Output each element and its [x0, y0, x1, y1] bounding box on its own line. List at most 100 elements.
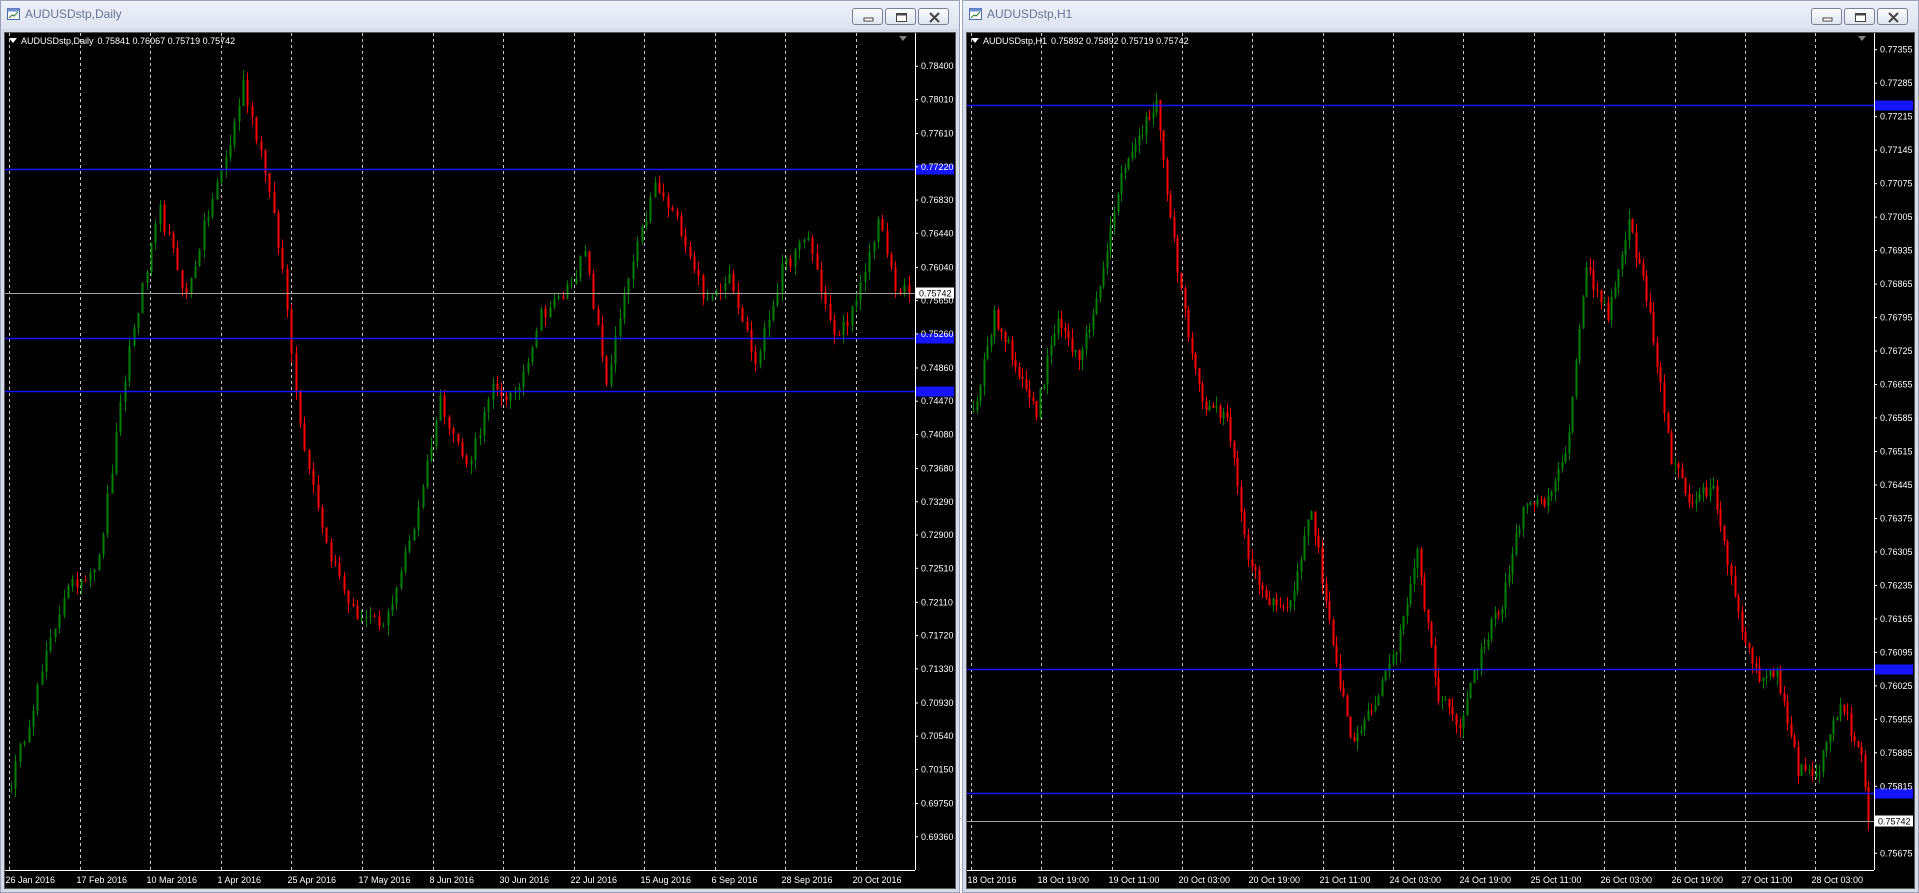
- candle-body: [737, 291, 740, 308]
- dropdown-triangle-icon[interactable]: [971, 38, 979, 43]
- candle-body: [260, 141, 263, 151]
- candle-body: [1508, 574, 1511, 583]
- candle-body: [505, 395, 508, 401]
- candle-body: [168, 232, 171, 234]
- candle-body: [281, 247, 284, 269]
- candle-body: [1240, 486, 1243, 513]
- candle-body: [873, 241, 876, 252]
- candle-body: [211, 199, 214, 217]
- candle-body: [623, 293, 626, 319]
- candle-body: [1575, 360, 1578, 397]
- candle-body: [667, 196, 670, 208]
- candle-body: [1011, 340, 1014, 360]
- candle-body: [1674, 463, 1677, 465]
- maximize-button[interactable]: [885, 8, 916, 25]
- minimize-button[interactable]: [1811, 8, 1842, 25]
- candle-body: [479, 435, 482, 439]
- candle-body: [972, 410, 975, 412]
- candle-body: [1645, 275, 1648, 302]
- price-axis-label: 0.76025: [1880, 681, 1913, 691]
- candle-body: [732, 273, 735, 292]
- candle-body: [1596, 289, 1599, 291]
- candle-body: [1402, 615, 1405, 630]
- candle-body: [133, 327, 136, 346]
- price-axis-label: 0.76585: [1880, 413, 1913, 423]
- candlestick-chart[interactable]: 18 Oct 2016 18 Oct 19:00 19 Oct 11:00 20 Oc…: [967, 33, 1914, 888]
- candle-body: [1131, 151, 1134, 159]
- candle-body: [1811, 769, 1814, 776]
- candle-body: [343, 576, 346, 591]
- window-titlebar[interactable]: AUDUSDstp,Daily: [1, 1, 959, 29]
- candle-body: [1007, 340, 1010, 343]
- candle-body: [1540, 499, 1543, 501]
- candle-body: [159, 204, 162, 224]
- candle-body: [1251, 558, 1254, 568]
- candle-body: [373, 615, 376, 617]
- close-button[interactable]: [918, 8, 949, 25]
- candle-body: [1039, 388, 1042, 418]
- time-axis-label: 20 Oct 19:00: [1249, 875, 1301, 885]
- price-axis-label: 0.76655: [1880, 380, 1913, 390]
- candle-body: [111, 473, 114, 494]
- dropdown-triangle-icon[interactable]: [9, 38, 17, 43]
- candle-body: [1473, 669, 1476, 683]
- candle-body: [588, 251, 591, 274]
- candle-body: [759, 351, 762, 365]
- candle-body: [365, 617, 368, 619]
- candle-body: [84, 580, 87, 582]
- time-axis-label: 20 Oct 2016: [853, 875, 902, 885]
- candle-body: [1716, 485, 1719, 510]
- candle-body: [658, 182, 661, 193]
- candle-body: [198, 250, 201, 267]
- time-axis-label: 25 Oct 11:00: [1531, 875, 1582, 885]
- candle-body: [1413, 567, 1416, 585]
- price-chart[interactable]: 18 Oct 2016 18 Oct 19:00 19 Oct 11:00 20 Oc…: [966, 32, 1915, 889]
- level-price-marker: [1875, 664, 1913, 675]
- chart-window-h1[interactable]: AUDUSDstp,H1 18 Oct 2016 18 Oct 19:00 19 O…: [962, 0, 1919, 893]
- price-axis-label: 0.76095: [1880, 647, 1913, 657]
- candle-body: [238, 105, 241, 122]
- candle-body: [119, 401, 122, 433]
- candle-body: [203, 220, 206, 251]
- candle-body: [1730, 565, 1733, 576]
- candle-body: [32, 710, 35, 728]
- maximize-button[interactable]: [1844, 8, 1875, 25]
- candle-body: [172, 233, 175, 248]
- window-titlebar[interactable]: AUDUSDstp,H1: [963, 1, 1918, 29]
- candle-body: [1416, 549, 1419, 568]
- candle-body: [1166, 159, 1169, 195]
- candle-body: [997, 309, 1000, 329]
- candle-body: [662, 192, 665, 197]
- candle-body: [1025, 378, 1028, 390]
- minimize-button[interactable]: [852, 8, 883, 25]
- time-axis-label: 26 Oct 03:00: [1601, 875, 1653, 885]
- candle-body: [833, 319, 836, 335]
- candle-body: [1332, 619, 1335, 645]
- candle-body: [864, 272, 867, 282]
- candle-body: [1286, 606, 1289, 608]
- candle-body: [1427, 609, 1430, 623]
- candle-body: [1818, 772, 1821, 774]
- candle-body: [1014, 359, 1017, 367]
- candle-body: [115, 432, 118, 474]
- price-chart[interactable]: 26 Jan 2016 17 Feb 2016 10 Mar 2016 1 Apr 2…: [4, 32, 956, 889]
- chart-window-icon: [7, 8, 20, 20]
- candle-body: [1395, 652, 1398, 655]
- candle-body: [1152, 112, 1155, 119]
- candle-body: [1497, 612, 1500, 614]
- price-axis-label: 0.75955: [1880, 714, 1913, 724]
- current-price-label: 0.75742: [919, 289, 952, 299]
- chart-symbol-label: AUDUSDstp,Daily: [21, 36, 94, 46]
- candle-body: [1663, 382, 1666, 414]
- candle-body: [562, 296, 565, 299]
- price-axis-label: 0.76830: [921, 195, 954, 205]
- candlestick-chart[interactable]: 26 Jan 2016 17 Feb 2016 10 Mar 2016 1 Apr 2…: [5, 33, 955, 888]
- chart-window-daily[interactable]: AUDUSDstp,Daily 26 Jan 2016 17 Feb 2016 10…: [0, 0, 960, 893]
- candle-body: [1536, 499, 1539, 505]
- candle-body: [1667, 413, 1670, 433]
- candle-body: [1409, 584, 1412, 605]
- candle-body: [1466, 698, 1469, 716]
- close-button[interactable]: [1877, 8, 1908, 25]
- time-axis-label: 24 Oct 19:00: [1460, 875, 1512, 885]
- candle-body: [540, 309, 543, 332]
